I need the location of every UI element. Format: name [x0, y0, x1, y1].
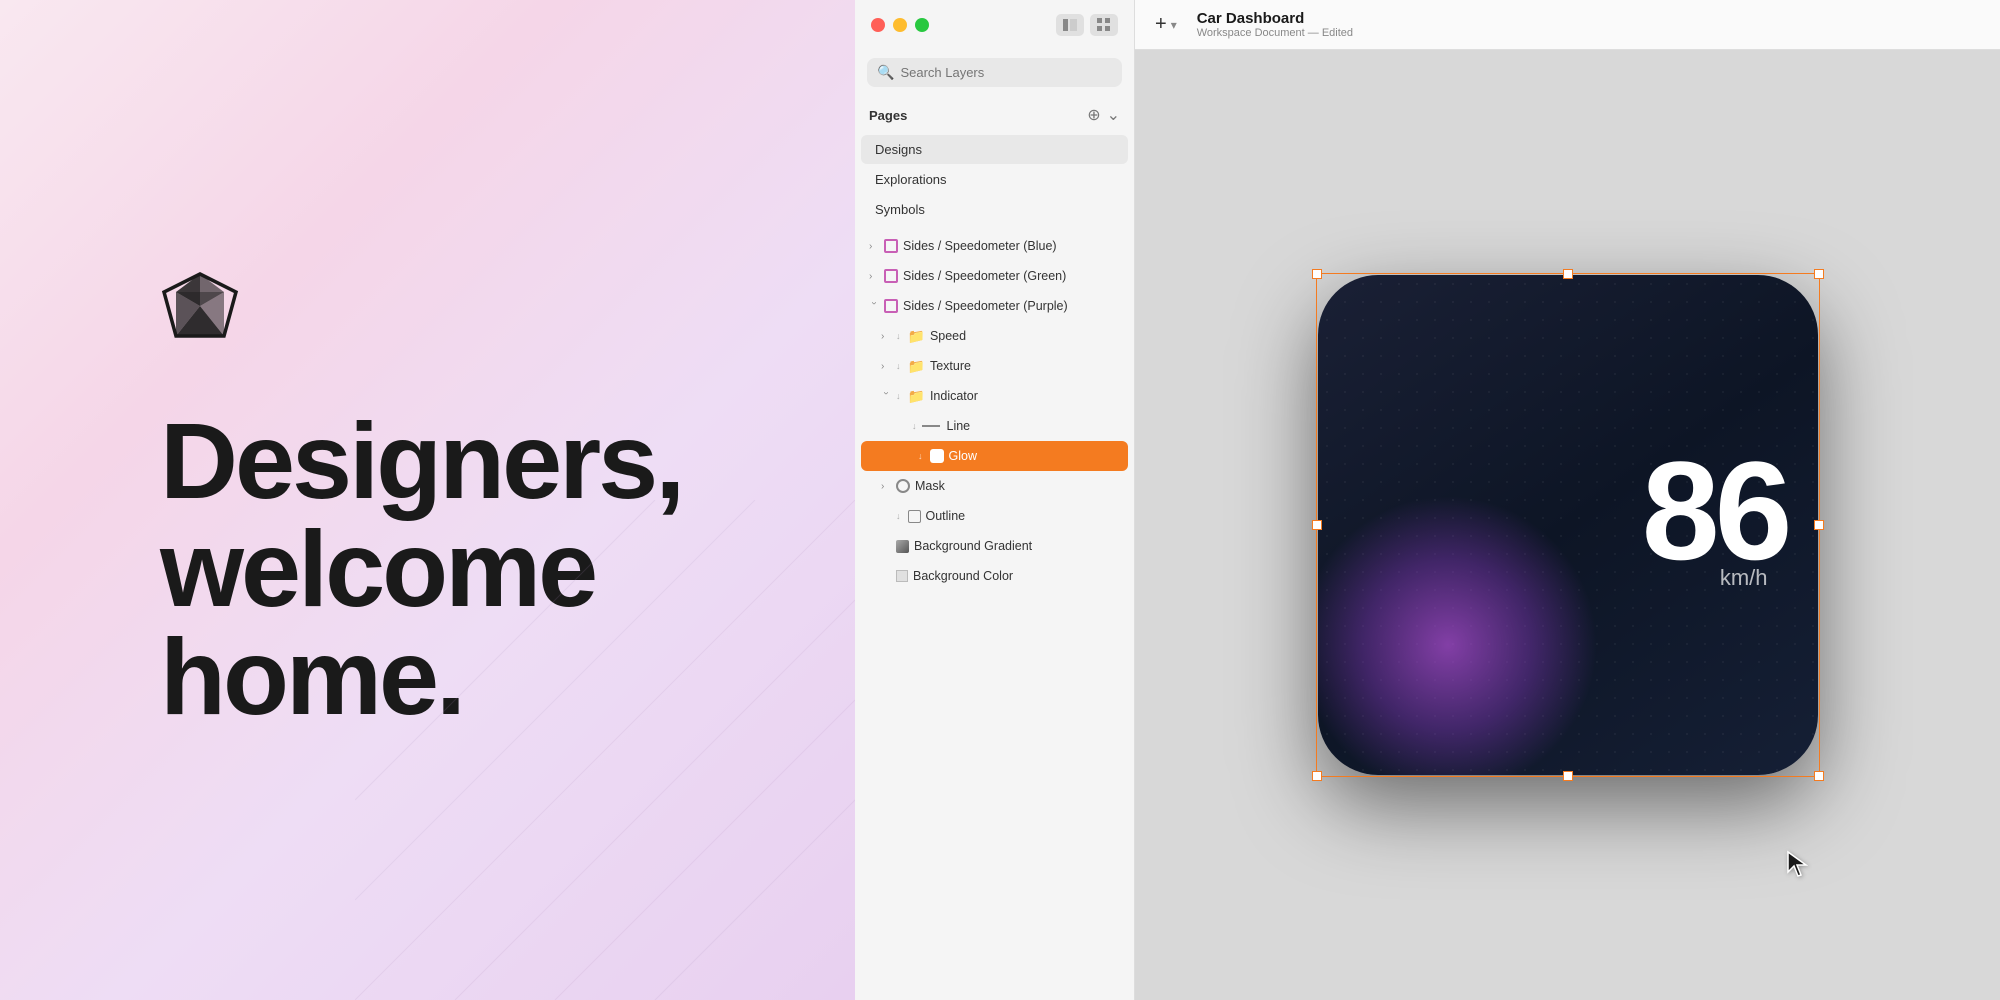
sketch-logo: [160, 270, 775, 347]
dropdown-chevron-icon: ▾: [1171, 18, 1177, 32]
folder-icon: 📁: [908, 388, 925, 405]
panel-toggle-button[interactable]: [1056, 14, 1084, 36]
layer-label: Background Gradient: [914, 539, 1124, 553]
layer-label: Texture: [930, 359, 1124, 373]
canvas-content[interactable]: 86 km/h: [1135, 50, 2000, 1000]
page-item-symbols[interactable]: Symbols: [861, 195, 1128, 224]
cursor-icon: [1786, 850, 1808, 885]
app-window: 🔍 Pages ⊕ ⌄ Designs Explorations Symbols…: [855, 0, 2000, 1000]
chevron-icon: ›: [869, 241, 879, 252]
artboard-icon: [884, 299, 898, 313]
layer-label: Mask: [915, 479, 1124, 493]
layer-label: Sides / Speedometer (Purple): [903, 299, 1124, 313]
override-icon: ↓: [896, 391, 901, 401]
layer-label: Outline: [926, 509, 1125, 523]
oval-icon: [896, 479, 910, 493]
artboard-icon: [884, 239, 898, 253]
search-icon: 🔍: [877, 64, 894, 81]
search-bar[interactable]: 🔍: [867, 58, 1122, 87]
sidebar-titlebar: [855, 0, 1134, 50]
minimize-button[interactable]: [893, 18, 907, 32]
pages-label: Pages: [869, 108, 1087, 123]
close-button[interactable]: [871, 18, 885, 32]
override-icon: ↓: [918, 451, 923, 461]
layer-line[interactable]: ↓ Line: [855, 411, 1134, 441]
artboard-icon: [884, 269, 898, 283]
add-page-button[interactable]: ⊕: [1087, 105, 1100, 125]
override-icon: ↓: [912, 421, 917, 431]
speedometer-card: 86 km/h: [1318, 275, 1818, 775]
override-icon: ↓: [896, 361, 901, 371]
override-icon: ↓: [896, 511, 901, 521]
glow-icon: [930, 449, 944, 463]
chevron-icon: ›: [869, 301, 880, 311]
chevron-icon: ›: [869, 271, 879, 282]
canvas-area: + ▾ Car Dashboard Workspace Document — E…: [1135, 0, 2000, 1000]
chevron-icon: ›: [881, 391, 892, 401]
canvas-toolbar: + ▾ Car Dashboard Workspace Document — E…: [1135, 0, 2000, 50]
hero-panel: Designers, welcome home.: [0, 0, 855, 1000]
layer-label: Sides / Speedometer (Blue): [903, 239, 1124, 253]
layer-background-color[interactable]: Background Color: [855, 561, 1134, 591]
speedometer-unit: km/h: [1720, 565, 1768, 591]
layer-speedometer-purple[interactable]: › Sides / Speedometer (Purple): [855, 291, 1134, 321]
page-item-designs[interactable]: Designs: [861, 135, 1128, 164]
layers-list: › Sides / Speedometer (Blue) › Sides / S…: [855, 225, 1134, 1000]
layer-texture[interactable]: › ↓ 📁 Texture: [855, 351, 1134, 381]
expand-pages-button[interactable]: ⌄: [1107, 105, 1120, 125]
layer-background-gradient[interactable]: Background Gradient: [855, 531, 1134, 561]
layer-label: Glow: [949, 449, 1119, 463]
folder-icon: 📁: [908, 358, 925, 375]
sidebar: 🔍 Pages ⊕ ⌄ Designs Explorations Symbols…: [855, 0, 1135, 1000]
layer-glow[interactable]: ↓ Glow: [861, 441, 1128, 471]
layer-label: Speed: [930, 329, 1124, 343]
window-controls: [1056, 14, 1118, 36]
speedometer-container: 86 km/h: [1288, 135, 1848, 915]
layer-speedometer-green[interactable]: › Sides / Speedometer (Green): [855, 261, 1134, 291]
plus-icon: +: [1155, 13, 1167, 36]
layer-mask[interactable]: › Mask: [855, 471, 1134, 501]
chevron-icon: ›: [881, 481, 891, 492]
layer-speedometer-blue[interactable]: › Sides / Speedometer (Blue): [855, 231, 1134, 261]
gradient-icon: [896, 540, 909, 553]
speedometer-speed-value: 86: [1642, 441, 1788, 581]
document-subtitle: Workspace Document — Edited: [1197, 27, 1353, 39]
override-icon: ↓: [896, 331, 901, 341]
document-title: Car Dashboard: [1197, 10, 1353, 27]
layer-speed[interactable]: › ↓ 📁 Speed: [855, 321, 1134, 351]
folder-icon: 📁: [908, 328, 925, 345]
color-rect-icon: [896, 570, 908, 582]
toolbar-title-area: Car Dashboard Workspace Document — Edite…: [1197, 10, 1353, 39]
layer-indicator[interactable]: › ↓ 📁 Indicator: [855, 381, 1134, 411]
traffic-lights: [871, 18, 929, 32]
maximize-button[interactable]: [915, 18, 929, 32]
outline-icon: [908, 510, 921, 523]
hero-bg-decoration: [355, 500, 855, 1000]
pages-header: Pages ⊕ ⌄: [855, 99, 1134, 131]
layer-label: Sides / Speedometer (Green): [903, 269, 1124, 283]
search-input[interactable]: [900, 65, 1112, 80]
add-layer-button[interactable]: + ▾: [1155, 13, 1177, 36]
layer-label: Line: [947, 419, 1125, 433]
layer-label: Background Color: [913, 569, 1124, 583]
pages-actions: ⊕ ⌄: [1087, 105, 1120, 125]
grid-view-button[interactable]: [1090, 14, 1118, 36]
layer-outline[interactable]: ↓ Outline: [855, 501, 1134, 531]
layer-label: Indicator: [930, 389, 1124, 403]
chevron-icon: ›: [881, 331, 891, 342]
page-item-explorations[interactable]: Explorations: [861, 165, 1128, 194]
line-icon: [922, 425, 940, 427]
chevron-icon: ›: [881, 361, 891, 372]
